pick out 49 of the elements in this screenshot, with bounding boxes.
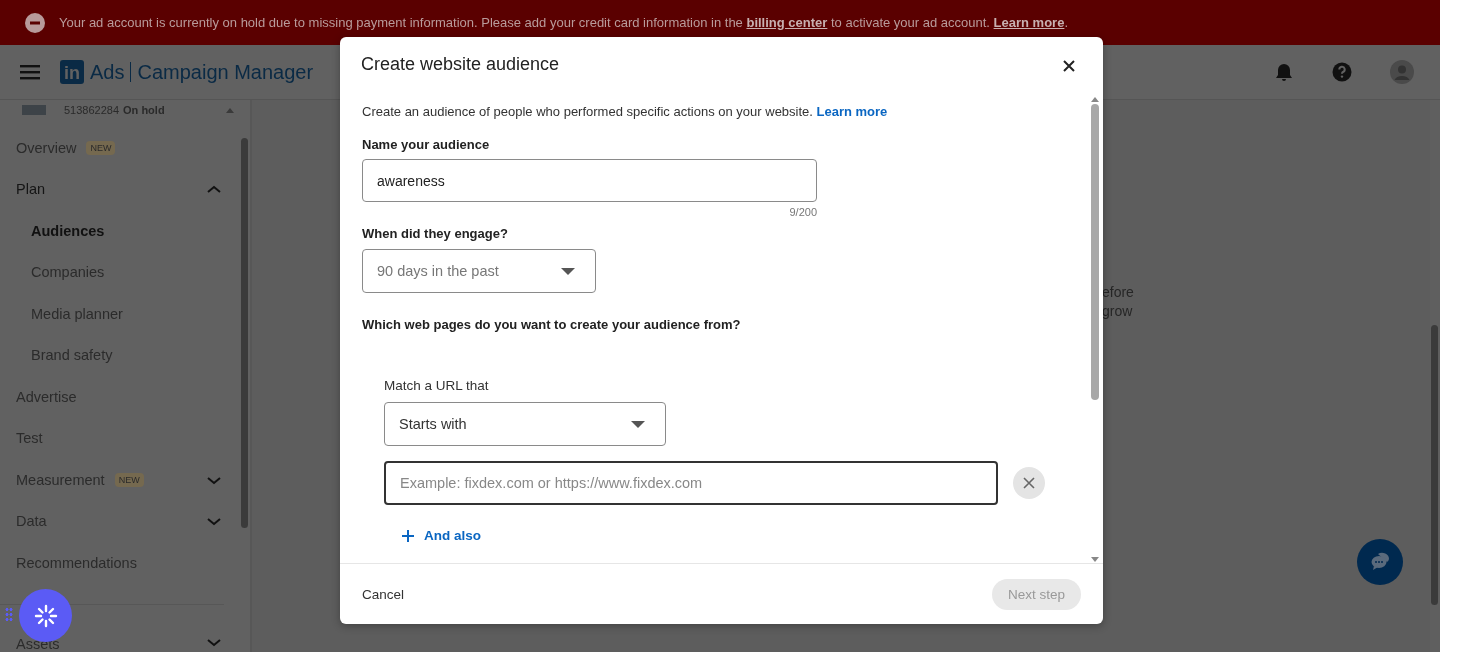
account-thumbnail [22,105,46,115]
name-field[interactable]: awareness [362,159,817,202]
notifications-button[interactable] [1274,62,1294,82]
text-fragment: grow [1102,302,1134,321]
menu-icon [20,64,40,80]
sidebar-scrollbar[interactable] [241,138,248,528]
field-label: When did they engage? [362,226,509,241]
url-field[interactable]: Example: fixdex.com or https://www.fixdex.com [384,461,998,505]
account-status: On hold [123,104,165,116]
product-name: Ads [90,60,125,84]
nav-item[interactable]: Plan [0,168,224,210]
caret-icon [561,267,575,275]
new-badge: NEW [86,140,116,155]
caret-icon [631,420,645,428]
close-icon [1023,477,1035,489]
new-badge: NEW [114,472,144,487]
add-condition-button[interactable]: And also [384,522,481,549]
banner-message: Your ad account is currently on hold due to missing payment information. Please add your credit card information in the billing center to activate your ad account. Learn more. [59,15,1068,30]
close-icon [1063,59,1075,72]
character-counter: 9/200 [788,206,817,218]
app-title: Campaign Manager [137,60,314,84]
time-range-dropdown[interactable]: 90 days in the past [362,249,596,293]
dropdown-value: Starts with [399,416,467,432]
profile-button[interactable] [1390,60,1414,84]
billing-center-link[interactable]: billing center [746,15,828,30]
scroll-up-icon [1091,96,1099,102]
field-label: Which web pages do you want to create your audience from? [362,317,742,332]
help-button[interactable] [1332,62,1352,82]
dropdown-value: 90 days in the past [377,263,499,279]
nav-item[interactable]: Audiences [0,210,224,252]
plus-icon [402,529,414,542]
drag-handle-icon[interactable] [5,607,13,621]
scroll-down-icon [1091,557,1099,563]
field-label: Match a URL that [384,378,490,393]
sparkle-icon [33,603,58,628]
bell-icon [1274,62,1294,82]
clear-button[interactable] [1013,467,1045,499]
learn-more-link[interactable]: Learn more [816,104,888,119]
dialog-title: Create website audience [361,53,561,75]
cancel-button[interactable]: Cancel [348,578,419,610]
match-type-dropdown[interactable]: Starts with [384,402,666,446]
field-label: Name your audience [362,137,491,152]
logo-mark: in [60,60,84,84]
help-icon [1332,62,1352,82]
nav-label: Plan [16,181,46,198]
intro-text: Create an audience of people who performed specific actions on your website. Learn more [362,104,889,120]
scroll-up-icon [224,106,235,114]
avatar-icon [1390,60,1414,84]
blocked-icon [25,12,45,33]
